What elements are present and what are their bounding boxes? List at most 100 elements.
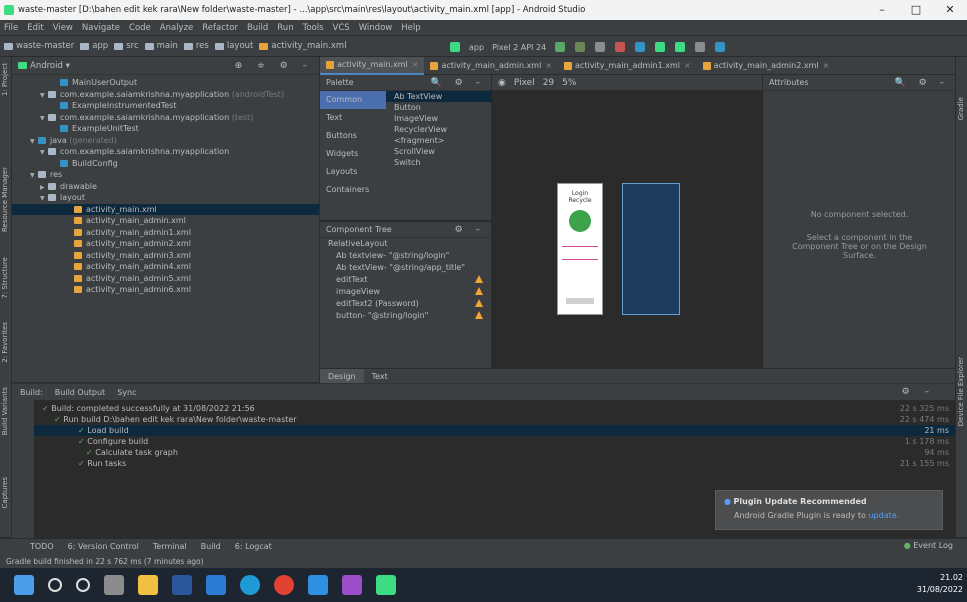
layout-inspector-icon[interactable] [695, 42, 706, 52]
tool-project[interactable]: 1: Project [1, 63, 9, 96]
word-icon[interactable] [206, 575, 226, 595]
tab-build-output[interactable]: Build Output [55, 388, 105, 397]
close-icon[interactable]: × [823, 61, 830, 70]
tree-item[interactable]: ExampleUnitTest [12, 123, 319, 135]
tool-gradle[interactable]: Gradle [957, 97, 965, 120]
component-row[interactable]: editText [320, 274, 491, 286]
component-row[interactable]: Ab textView- "@string/app_title" [320, 262, 491, 274]
file-explorer-icon[interactable] [138, 575, 158, 595]
tool-captures[interactable]: Captures [1, 477, 9, 508]
tree-item[interactable]: activity_main_admin2.xml [12, 238, 319, 250]
task-view-icon[interactable] [104, 575, 124, 595]
stop-icon[interactable] [615, 42, 626, 52]
component-row[interactable]: Ab textview- "@string/login" [320, 250, 491, 262]
sdk-manager-icon[interactable] [675, 42, 686, 52]
run-icon[interactable] [555, 42, 566, 52]
breadcrumb-project[interactable]: waste-master [4, 41, 74, 51]
app-icon[interactable] [172, 575, 192, 595]
palette-item[interactable]: ImageView [386, 113, 492, 124]
close-button[interactable]: ✕ [933, 0, 967, 20]
menu-vcs[interactable]: VCS [333, 23, 350, 33]
maximize-button[interactable]: □ [899, 0, 933, 20]
menu-help[interactable]: Help [401, 23, 420, 33]
tree-item[interactable]: MainUserOutput [12, 77, 319, 89]
tool-build-variants[interactable]: Build Variants [1, 387, 9, 435]
device-select[interactable]: Pixel [514, 78, 535, 88]
breadcrumb-layout[interactable]: layout [214, 41, 253, 51]
tree-item[interactable]: activity_main_admin1.xml [12, 227, 319, 239]
warning-icon[interactable] [475, 311, 483, 319]
tree-item[interactable]: activity_main_admin.xml [12, 215, 319, 227]
plugin-update-notification[interactable]: ● Plugin Update Recommended Android Grad… [715, 490, 943, 530]
tree-item[interactable]: ExampleInstrumentedTest [12, 100, 319, 112]
build-row[interactable]: ✓ Run tasks 21 s 155 ms [34, 458, 955, 469]
tool-favorites[interactable]: 2: Favorites [1, 322, 9, 363]
warning-icon[interactable] [475, 299, 483, 307]
tab-build[interactable]: Build [201, 542, 221, 551]
tree-item[interactable]: ▼ java (generated) [12, 135, 319, 147]
windows-start-icon[interactable] [14, 575, 34, 595]
warning-icon[interactable] [475, 287, 483, 295]
palette-item[interactable]: Button [386, 102, 492, 113]
system-clock[interactable]: 21.02 31/08/2022 [917, 572, 963, 596]
attributes-actions[interactable]: 🔍 ⚙ – [895, 78, 950, 88]
project-view-select[interactable]: Android [30, 61, 63, 71]
design-mode-icon[interactable]: ◉ [498, 78, 506, 88]
close-icon[interactable]: × [412, 60, 419, 69]
menu-analyze[interactable]: Analyze [160, 23, 194, 33]
tab-design[interactable]: Design [320, 368, 364, 384]
tab-activity-main[interactable]: activity_main.xml × [320, 56, 425, 75]
api-select[interactable]: 29 [543, 78, 554, 88]
build-row[interactable]: ✓ Build: completed successfully at 31/08… [34, 403, 955, 414]
tab-version-control[interactable]: 6: Version Control [68, 542, 139, 551]
palette-category[interactable]: Containers [320, 181, 386, 199]
palette-item[interactable]: Switch [386, 157, 492, 168]
warning-icon[interactable] [475, 275, 483, 283]
palette-item[interactable]: RecyclerView [386, 124, 492, 135]
palette-item[interactable]: Ab TextView [386, 91, 492, 102]
component-tree-actions[interactable]: ⚙ – [455, 225, 485, 235]
tree-item[interactable]: ▼ com.example.saiamkrishna.myapplication … [12, 89, 319, 101]
debug-icon[interactable] [575, 42, 586, 52]
search-icon[interactable] [715, 42, 726, 52]
design-canvas[interactable]: Login Recycle [492, 91, 762, 368]
close-icon[interactable]: × [684, 61, 691, 70]
menu-tools[interactable]: Tools [303, 23, 324, 33]
component-row[interactable]: RelativeLayout [320, 238, 491, 250]
tree-item[interactable]: activity_main_admin5.xml [12, 273, 319, 285]
build-row[interactable]: ✓ Run build D:\bahen edit kek rara\New f… [34, 414, 955, 425]
close-icon[interactable]: × [545, 61, 552, 70]
tab-sync[interactable]: Sync [117, 388, 136, 397]
avd-manager-icon[interactable] [655, 42, 666, 52]
tool-resource-manager[interactable]: Resource Manager [1, 167, 9, 232]
menu-run[interactable]: Run [277, 23, 293, 33]
tree-item[interactable]: activity_main_admin3.xml [12, 250, 319, 262]
device-select[interactable]: Pixel 2 API 24 [492, 43, 546, 52]
palette-actions[interactable]: 🔍 ⚙ – [431, 78, 486, 88]
blueprint-preview[interactable] [622, 183, 680, 315]
build-row-selected[interactable]: ✓ Load build 21 ms [34, 425, 955, 436]
breadcrumb-file[interactable]: activity_main.xml [259, 41, 347, 51]
sync-icon[interactable] [635, 42, 646, 52]
tree-item[interactable]: ▼ com.example.saiamkrishna.myapplication … [12, 112, 319, 124]
edge-icon[interactable] [240, 575, 260, 595]
search-icon[interactable] [48, 578, 62, 592]
update-link[interactable]: update. [868, 511, 899, 520]
event-log-button[interactable]: ● Event Log [904, 538, 953, 554]
tree-item[interactable]: ▼ com.example.saiamkrishna.myapplication [12, 146, 319, 158]
component-row[interactable]: editText2 (Password) [320, 298, 491, 310]
tool-device-file-explorer[interactable]: Device File Explorer [957, 357, 965, 426]
tab-text[interactable]: Text [364, 369, 396, 384]
palette-item[interactable]: ScrollView [386, 146, 492, 157]
menu-refactor[interactable]: Refactor [202, 23, 238, 33]
component-row[interactable]: button- "@string/login" [320, 310, 491, 322]
tab-activity-main-admin1[interactable]: activity_main_admin1.xml × [558, 57, 697, 75]
build-row[interactable]: ✓ Calculate task graph 94 ms [34, 447, 955, 458]
profile-icon[interactable] [595, 42, 606, 52]
layout-preview[interactable]: Login Recycle [557, 183, 603, 315]
tab-todo[interactable]: TODO [30, 542, 54, 551]
menu-code[interactable]: Code [129, 23, 151, 33]
menu-file[interactable]: File [4, 23, 18, 33]
project-panel-actions[interactable]: ⊕ ≑ ⚙ – [235, 61, 313, 71]
palette-item[interactable]: <fragment> [386, 135, 492, 146]
